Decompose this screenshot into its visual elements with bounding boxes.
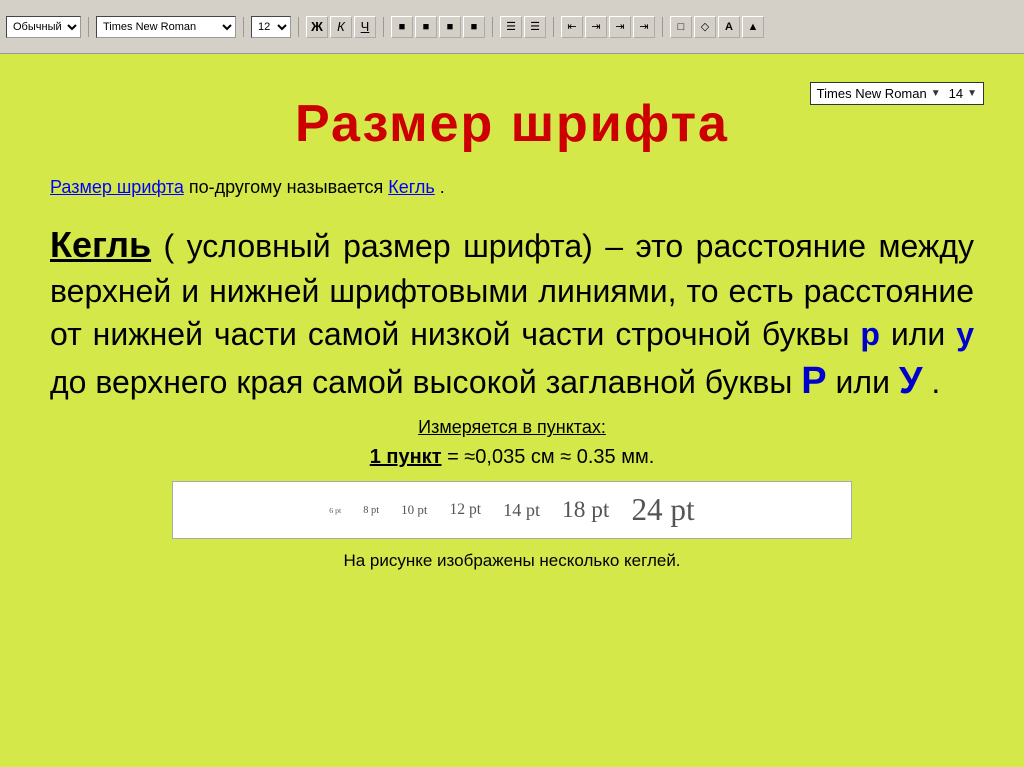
align-center-button[interactable]: ■ [415, 16, 437, 38]
list-bullet-button[interactable]: ☰ [500, 16, 522, 38]
main-text-end: . [931, 364, 940, 400]
toolbar-size-group: 12 [251, 16, 291, 38]
points-demo-box: 6 pt 8 pt 10 pt 12 pt 14 pt 18 pt 24 pt [172, 481, 852, 539]
letter-Y-big: У [899, 360, 923, 402]
fontcolor-button[interactable]: A [718, 16, 740, 38]
font-box-size: 14 [949, 86, 963, 101]
main-text-block: Кегль ( условный размер шрифта) – это ра… [50, 221, 974, 407]
toolbar-align-group: ■ ■ ■ ■ [391, 16, 485, 38]
main-text-or: или [836, 364, 899, 400]
indent-extra-button[interactable]: ⇥ [609, 16, 631, 38]
letter-p: р [860, 316, 880, 352]
toolbar-style-group: Обычный [6, 16, 81, 38]
align-left-button[interactable]: ■ [391, 16, 413, 38]
font-box: Times New Roman ▼ 14 ▼ [810, 82, 984, 105]
align-right-button[interactable]: ■ [439, 16, 461, 38]
toolbar-sep-2 [243, 17, 244, 37]
pt-sample-14: 14 pt [503, 500, 540, 521]
main-text-mid: или [891, 316, 956, 352]
main-text-cont: до верхнего края самой высокой заглавной… [50, 364, 801, 400]
font-box-dropdown-icon[interactable]: ▼ [931, 88, 941, 99]
toolbar: Обычный Times New Roman 12 Ж К Ч ■ ■ ■ ■… [0, 0, 1024, 54]
list-number-button[interactable]: ☰ [524, 16, 546, 38]
slide: Times New Roman ▼ 14 ▼ Размер шрифта Раз… [0, 54, 1024, 767]
kegль-link[interactable]: Кегль [388, 177, 435, 197]
indent-decrease-button[interactable]: ⇤ [561, 16, 583, 38]
first-para-mid: по-другому называется [189, 177, 388, 197]
caption-text: На рисунке изображены несколько кеглей. [50, 551, 974, 571]
toolbar-sep-5 [492, 17, 493, 37]
italic-button[interactable]: К [330, 16, 352, 38]
toolbar-sep-7 [662, 17, 663, 37]
punkt-value: = ≈0,035 см ≈ 0.35 мм. [447, 446, 654, 468]
align-justify-button[interactable]: ■ [463, 16, 485, 38]
odin-punkt-label: 1 пункт [370, 446, 442, 468]
font-box-size-dropdown-icon[interactable]: ▼ [967, 88, 977, 99]
first-para-end: . [440, 177, 445, 197]
font-select[interactable]: Times New Roman [96, 16, 236, 38]
main-text-start: ( условный размер шрифта) – это расстоян… [50, 228, 974, 352]
style-select[interactable]: Обычный [6, 16, 81, 38]
triangle-button[interactable]: ▲ [742, 16, 764, 38]
indent-increase-button[interactable]: ⇥ [585, 16, 607, 38]
pt-sample-10: 10 pt [401, 502, 427, 518]
toolbar-format-group: Ж К Ч [306, 16, 376, 38]
toolbar-indent-group: ⇤ ⇥ ⇥ ⇥ [561, 16, 655, 38]
toolbar-sep-3 [298, 17, 299, 37]
toolbar-sep-4 [383, 17, 384, 37]
underline-button[interactable]: Ч [354, 16, 376, 38]
pt-sample-8: 8 pt [363, 505, 379, 516]
letter-y: у [956, 316, 974, 352]
razmer-link[interactable]: Размер шрифта [50, 177, 184, 197]
first-paragraph: Размер шрифта по-другому называется Кегл… [50, 174, 974, 201]
pt-sample-24: 24 pt [631, 492, 694, 528]
toolbar-font-group: Times New Roman [96, 16, 236, 38]
size-select[interactable]: 12 [251, 16, 291, 38]
bold-button[interactable]: Ж [306, 16, 328, 38]
indent-extra2-button[interactable]: ⇥ [633, 16, 655, 38]
toolbar-misc-group: □ ◇ A ▲ [670, 16, 764, 38]
highlight-button[interactable]: ◇ [694, 16, 716, 38]
toolbar-list-group: ☰ ☰ [500, 16, 546, 38]
pt-sample-6: 6 pt [329, 506, 341, 515]
font-box-name: Times New Roman [817, 86, 927, 101]
letter-P-big: Р [801, 360, 826, 402]
pt-sample-12: 12 pt [449, 501, 481, 519]
punkt-line: 1 пункт = ≈0,035 см ≈ 0.35 мм. [50, 446, 974, 469]
kegль-big-label: Кегль [50, 224, 151, 265]
toolbar-sep-6 [553, 17, 554, 37]
toolbar-sep-1 [88, 17, 89, 37]
border-button[interactable]: □ [670, 16, 692, 38]
pt-sample-18: 18 pt [562, 497, 609, 524]
izmeryaetsya-text: Измеряется в пунктах: [50, 417, 974, 438]
